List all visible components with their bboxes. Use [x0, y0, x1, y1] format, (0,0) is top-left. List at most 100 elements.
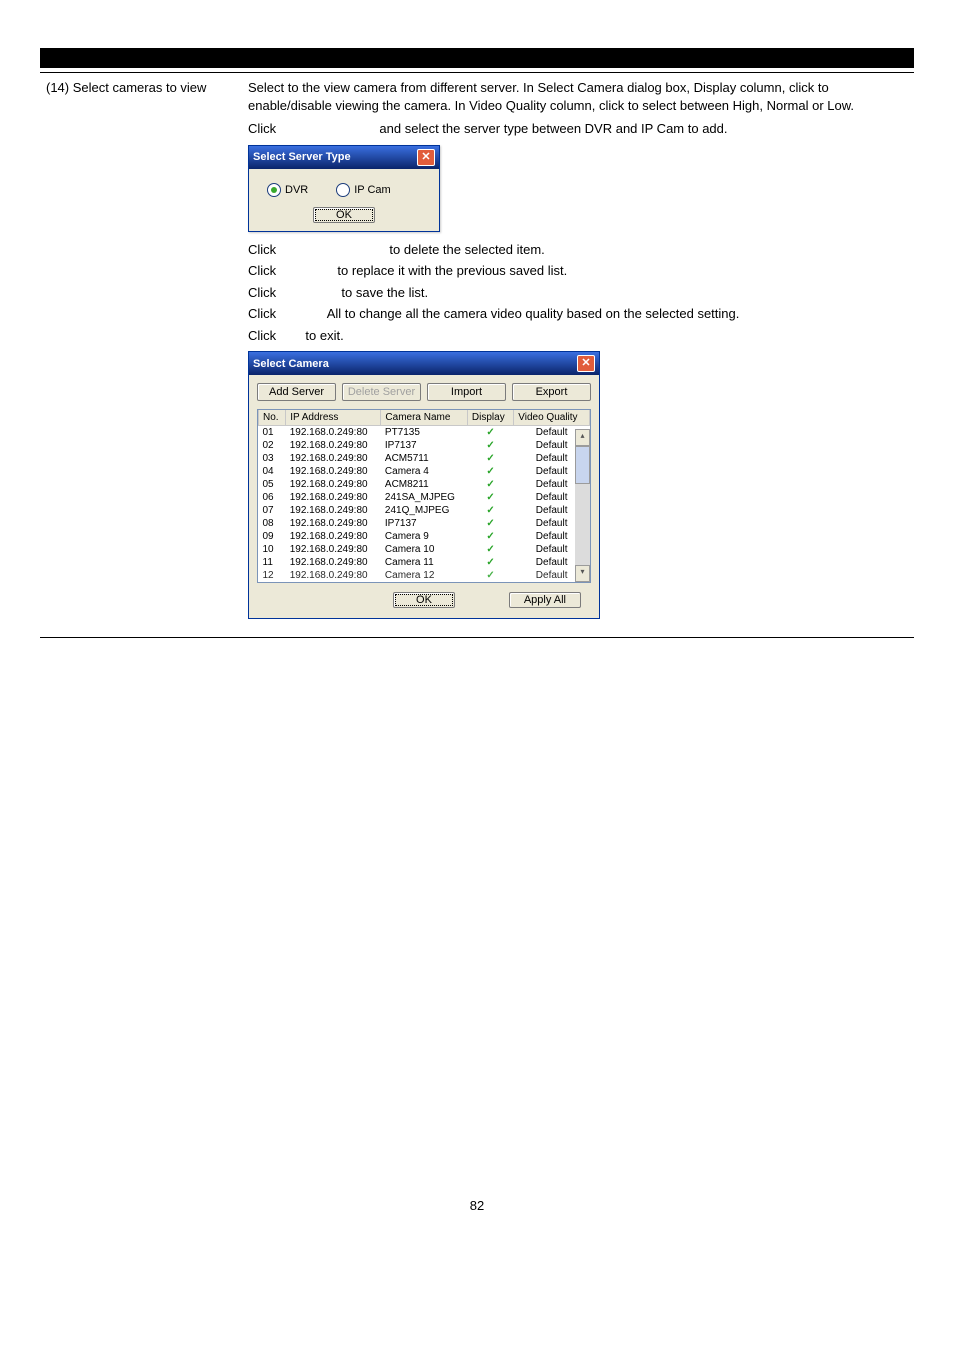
select-camera-dialog: Select Camera ✕ Add Server Delete Server…: [248, 351, 600, 619]
table-row[interactable]: 08192.168.0.249:80IP7137✓Default: [259, 517, 590, 530]
radio-label: DVR: [285, 184, 308, 196]
checkmark-icon: ✓: [486, 570, 494, 581]
click-word: Click: [248, 121, 276, 136]
table-row[interactable]: 03192.168.0.249:80ACM5711✓Default: [259, 452, 590, 465]
table-cell: 192.168.0.249:80: [286, 556, 381, 569]
table-cell: IP7137: [381, 439, 468, 452]
close-icon[interactable]: ✕: [417, 149, 435, 166]
table-row[interactable]: 02192.168.0.249:80IP7137✓Default: [259, 439, 590, 452]
scroll-down-icon[interactable]: ▾: [575, 565, 590, 582]
table-cell: 04: [259, 465, 286, 478]
display-cell[interactable]: ✓: [467, 504, 513, 517]
display-cell[interactable]: ✓: [467, 465, 513, 478]
instr-text: to save the list.: [341, 285, 428, 300]
display-cell[interactable]: ✓: [467, 543, 513, 556]
col-no[interactable]: No.: [259, 410, 286, 426]
instr-text: to replace it with the previous saved li…: [337, 263, 567, 278]
table-cell: ACM8211: [381, 478, 468, 491]
import-button[interactable]: Import: [427, 383, 506, 401]
vertical-scrollbar[interactable]: ▴ ▾: [575, 429, 590, 582]
header-black-bar: [40, 48, 914, 68]
display-cell[interactable]: ✓: [467, 478, 513, 491]
row-title: Select cameras to view: [73, 80, 207, 95]
table-cell: PT7135: [381, 426, 468, 440]
instr-export: Click to save the list.: [248, 283, 908, 303]
content-table: (14) Select cameras to view Select to th…: [40, 73, 914, 633]
ok-button[interactable]: OK: [393, 592, 455, 608]
table-cell: 192.168.0.249:80: [286, 504, 381, 517]
col-video-quality[interactable]: Video Quality: [514, 410, 590, 426]
checkmark-icon: ✓: [486, 440, 494, 451]
click-word: Click: [248, 306, 276, 321]
table-row[interactable]: 05192.168.0.249:80ACM8211✓Default: [259, 478, 590, 491]
table-cell: Camera 12: [381, 569, 468, 582]
click-word: Click: [248, 285, 276, 300]
radio-label: IP Cam: [354, 184, 390, 196]
display-cell[interactable]: ✓: [467, 426, 513, 440]
table-cell: 192.168.0.249:80: [286, 478, 381, 491]
dialog-title: Select Camera: [253, 358, 329, 370]
checkmark-icon: ✓: [486, 427, 494, 438]
dialog-button-row: Add Server Delete Server Import Export: [257, 383, 591, 401]
display-cell[interactable]: ✓: [467, 517, 513, 530]
checkmark-icon: ✓: [486, 518, 494, 529]
export-button[interactable]: Export: [512, 383, 591, 401]
table-cell: 06: [259, 491, 286, 504]
table-cell: 192.168.0.249:80: [286, 439, 381, 452]
table-cell: 01: [259, 426, 286, 440]
display-cell[interactable]: ✓: [467, 452, 513, 465]
table-cell: 192.168.0.249:80: [286, 517, 381, 530]
add-server-button[interactable]: Add Server: [257, 383, 336, 401]
radio-icon: [336, 183, 350, 197]
instr-text: to exit.: [305, 328, 343, 343]
delete-server-button: Delete Server: [342, 383, 421, 401]
page-number: 82: [40, 1198, 914, 1213]
scroll-thumb[interactable]: [575, 446, 590, 484]
display-cell[interactable]: ✓: [467, 491, 513, 504]
table-cell: 08: [259, 517, 286, 530]
display-cell[interactable]: ✓: [467, 530, 513, 543]
table-row[interactable]: 07192.168.0.249:80241Q_MJPEG✓Default: [259, 504, 590, 517]
col-ip[interactable]: IP Address: [286, 410, 381, 426]
server-type-dialog: Select Server Type ✕ DVR: [248, 145, 440, 232]
dialog-bottom-buttons: OK Apply All: [257, 583, 591, 610]
radio-ipcam[interactable]: IP Cam: [336, 183, 390, 197]
table-row[interactable]: 12192.168.0.249:80Camera 12✓Default: [259, 569, 590, 582]
table-row[interactable]: 06192.168.0.249:80241SA_MJPEG✓Default: [259, 491, 590, 504]
table-row[interactable]: 09192.168.0.249:80Camera 9✓Default: [259, 530, 590, 543]
table-cell: 11: [259, 556, 286, 569]
camera-grid: No. IP Address Camera Name Display Video…: [257, 409, 591, 583]
scroll-up-icon[interactable]: ▴: [575, 429, 590, 446]
display-cell[interactable]: ✓: [467, 439, 513, 452]
divider-bottom: [40, 637, 914, 638]
table-cell: 241Q_MJPEG: [381, 504, 468, 517]
table-cell: Camera 4: [381, 465, 468, 478]
checkmark-icon: ✓: [486, 557, 494, 568]
table-cell: 05: [259, 478, 286, 491]
col-display[interactable]: Display: [467, 410, 513, 426]
table-row[interactable]: 04192.168.0.249:80Camera 4✓Default: [259, 465, 590, 478]
table-row[interactable]: 11192.168.0.249:80Camera 11✓Default: [259, 556, 590, 569]
radio-dvr[interactable]: DVR: [267, 183, 308, 197]
table-cell: 192.168.0.249:80: [286, 543, 381, 556]
checkmark-icon: ✓: [486, 544, 494, 555]
table-row[interactable]: 01192.168.0.249:80PT7135✓Default: [259, 426, 590, 440]
ok-button[interactable]: OK: [313, 207, 375, 223]
display-cell[interactable]: ✓: [467, 556, 513, 569]
intro-paragraph: Select to the view camera from different…: [248, 79, 908, 115]
table-cell: 192.168.0.249:80: [286, 465, 381, 478]
click-word: Click: [248, 263, 276, 278]
table-cell: 192.168.0.249:80: [286, 569, 381, 582]
instr-text: and select the server type between DVR a…: [379, 121, 727, 136]
checkmark-icon: ✓: [486, 466, 494, 477]
table-row[interactable]: 10192.168.0.249:80Camera 10✓Default: [259, 543, 590, 556]
table-cell: 07: [259, 504, 286, 517]
row-number: (14): [46, 80, 69, 95]
instr-text: to delete the selected item.: [389, 242, 544, 257]
apply-all-button[interactable]: Apply All: [509, 592, 581, 608]
col-camera-name[interactable]: Camera Name: [381, 410, 468, 426]
close-icon[interactable]: ✕: [577, 355, 595, 372]
checkmark-icon: ✓: [486, 453, 494, 464]
display-cell[interactable]: ✓: [467, 569, 513, 582]
dialog-titlebar: Select Camera ✕: [249, 352, 599, 375]
